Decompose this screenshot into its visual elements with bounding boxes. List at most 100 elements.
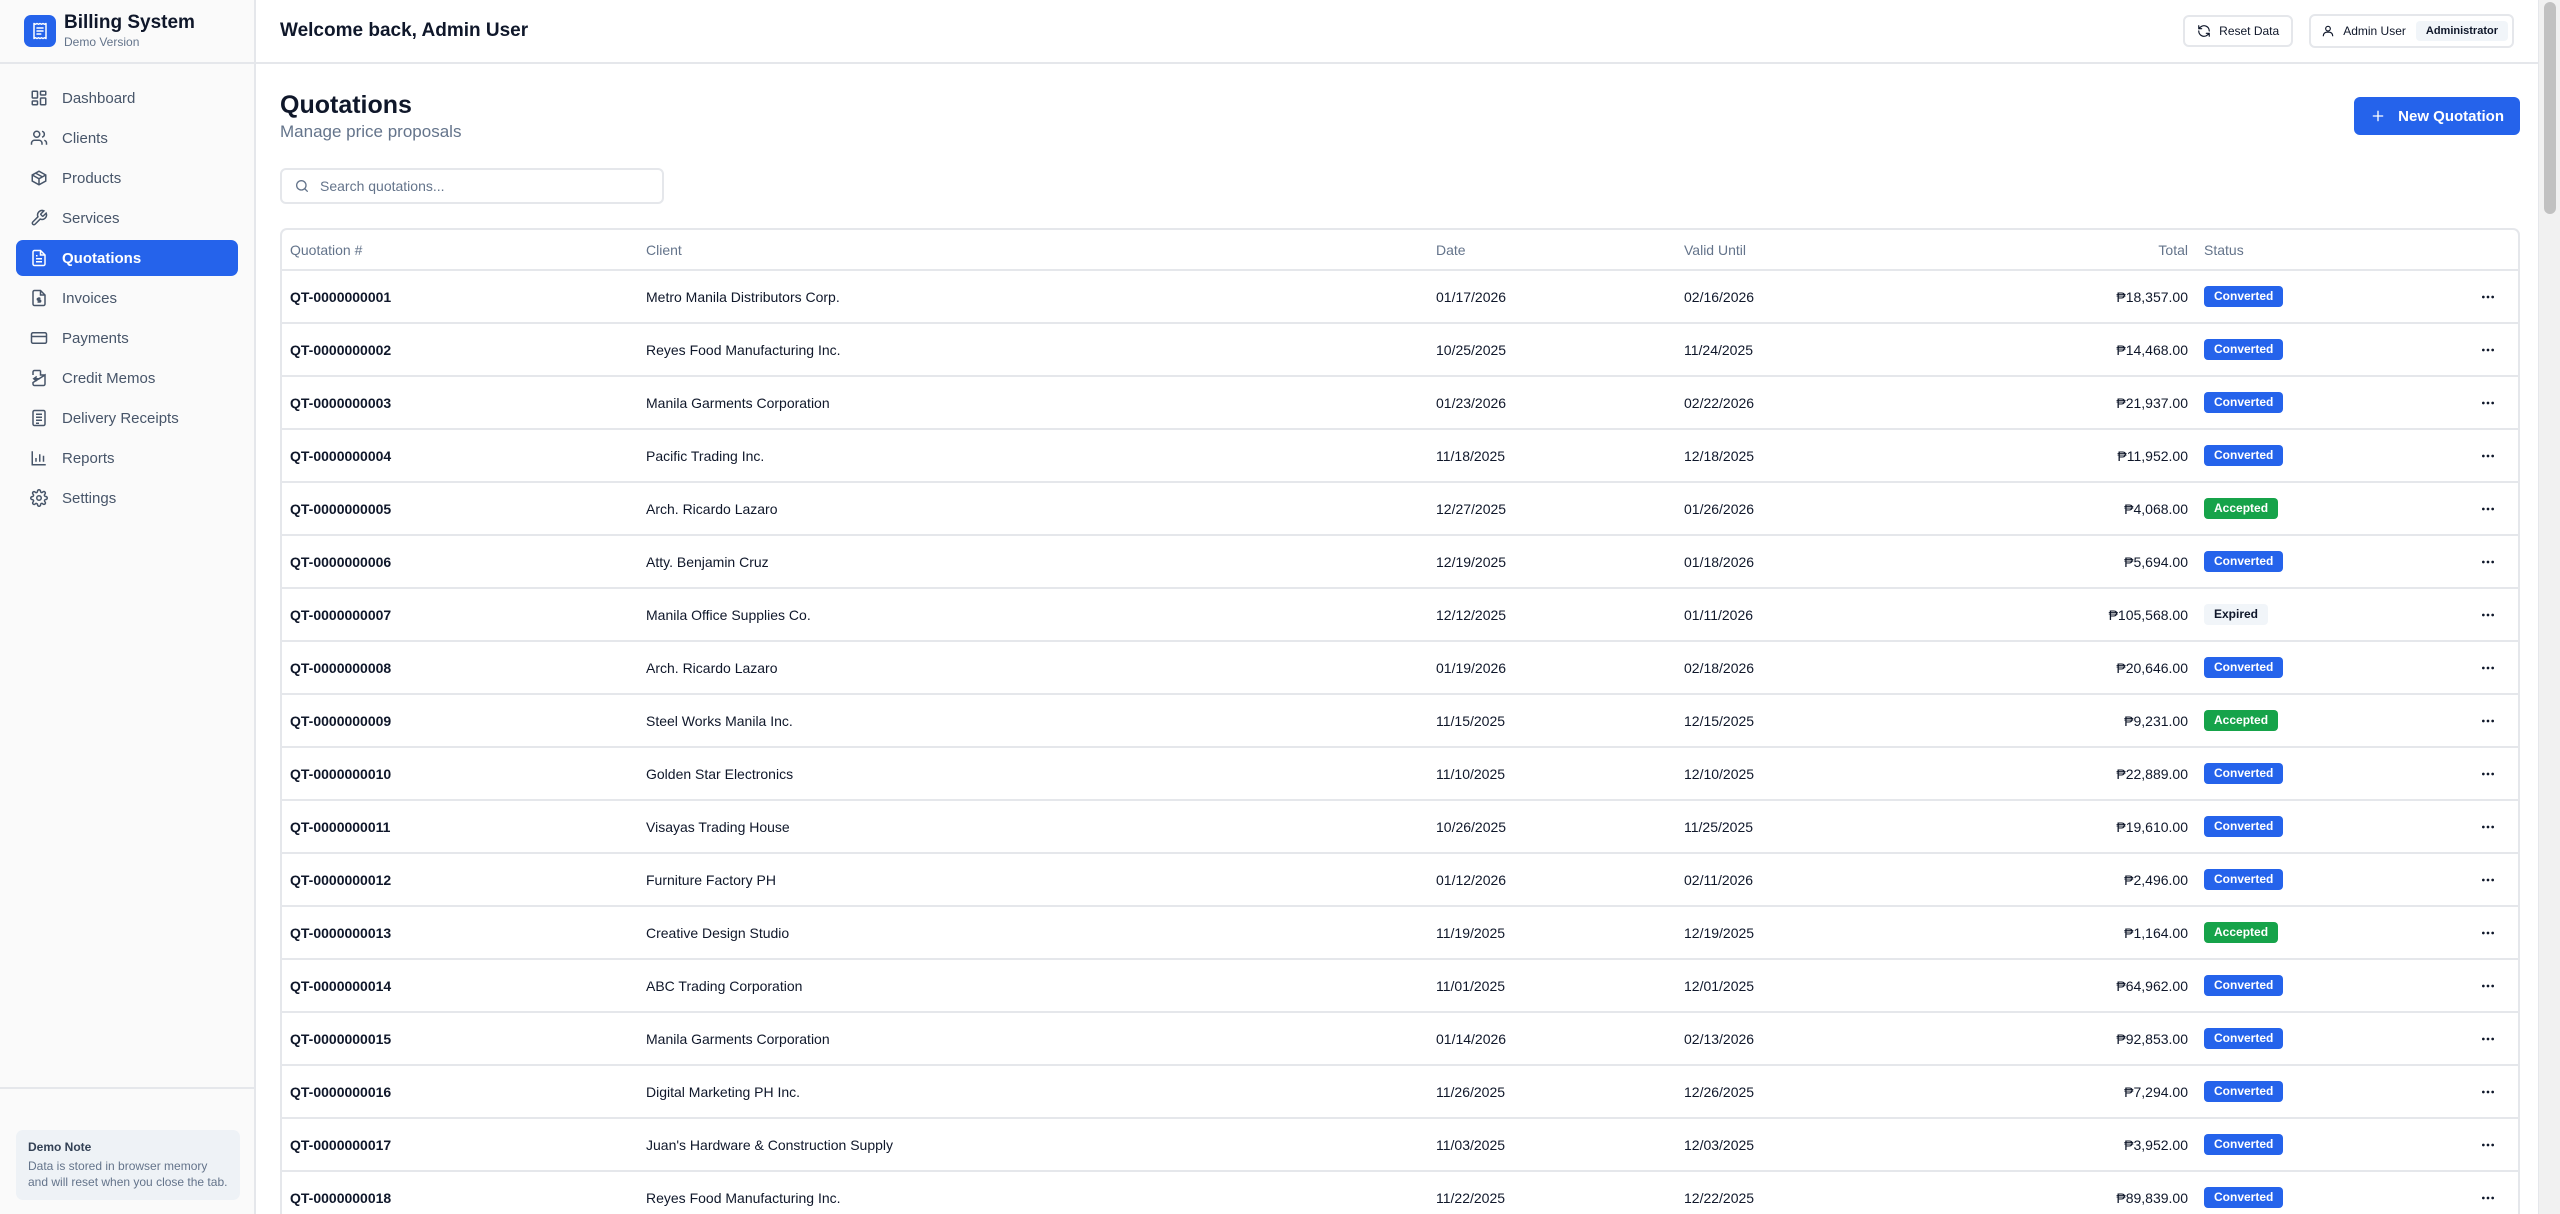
table-row[interactable]: QT-0000000014 ABC Trading Corporation 11/0… bbox=[282, 959, 2518, 1013]
search-input[interactable] bbox=[320, 178, 650, 194]
status-cell: Converted bbox=[2196, 1171, 2326, 1214]
table-row[interactable]: QT-0000000010 Golden Star Electronics 11/1… bbox=[282, 747, 2518, 801]
actions-cell bbox=[2326, 1065, 2518, 1119]
valid-until-cell: 12/19/2025 bbox=[1676, 906, 1924, 960]
quotation-number-cell: QT-0000000013 bbox=[282, 906, 638, 960]
table-row[interactable]: QT-0000000008 Arch. Ricardo Lazaro 01/19/2… bbox=[282, 641, 2518, 695]
reset-data-button[interactable]: Reset Data bbox=[2183, 15, 2294, 47]
total-cell: ₱9,231.00 bbox=[1924, 694, 2196, 748]
scrollbar-thumb[interactable] bbox=[2544, 2, 2556, 214]
quotation-number-cell: QT-0000000017 bbox=[282, 1118, 638, 1172]
sidebar-item-delivery-receipts[interactable]: Delivery Receipts bbox=[16, 400, 238, 436]
table-row[interactable]: QT-0000000002 Reyes Food Manufacturing In… bbox=[282, 323, 2518, 377]
total-cell: ₱22,889.00 bbox=[1924, 747, 2196, 801]
row-actions-button[interactable] bbox=[2476, 815, 2500, 839]
sidebar-item-clients[interactable]: Clients bbox=[16, 120, 238, 156]
column-header-client[interactable]: Client bbox=[638, 230, 1428, 271]
quotation-number-cell: QT-0000000015 bbox=[282, 1012, 638, 1066]
row-actions-button[interactable] bbox=[2476, 338, 2500, 362]
total-cell: ₱19,610.00 bbox=[1924, 800, 2196, 854]
column-header-status[interactable]: Status bbox=[2196, 230, 2326, 271]
user-role-badge: Administrator bbox=[2415, 21, 2508, 41]
table-row[interactable]: QT-0000000018 Reyes Food Manufacturing In… bbox=[282, 1171, 2518, 1214]
status-badge: Converted bbox=[2204, 657, 2284, 678]
date-cell: 01/17/2026 bbox=[1428, 270, 1676, 324]
column-header-quotation-number[interactable]: Quotation # bbox=[282, 230, 638, 271]
page-scrollbar[interactable] bbox=[2538, 0, 2560, 1214]
client-cell: Manila Garments Corporation bbox=[638, 1012, 1428, 1066]
sidebar-item-reports[interactable]: Reports bbox=[16, 440, 238, 476]
column-header-total[interactable]: Total bbox=[1924, 230, 2196, 271]
table-row[interactable]: QT-0000000017 Juan's Hardware & Construct… bbox=[282, 1118, 2518, 1172]
sidebar-item-settings[interactable]: Settings bbox=[16, 480, 238, 516]
row-actions-button[interactable] bbox=[2476, 1133, 2500, 1157]
row-actions-button[interactable] bbox=[2476, 285, 2500, 309]
row-actions-button[interactable] bbox=[2476, 868, 2500, 892]
new-quotation-label: New Quotation bbox=[2398, 107, 2504, 125]
sidebar-item-quotations[interactable]: Quotations bbox=[16, 240, 238, 276]
table-row[interactable]: QT-0000000015 Manila Garments Corporation… bbox=[282, 1012, 2518, 1066]
client-cell: Digital Marketing PH Inc. bbox=[638, 1065, 1428, 1119]
table-row[interactable]: QT-0000000005 Arch. Ricardo Lazaro 12/27/2… bbox=[282, 482, 2518, 536]
quotation-number-cell: QT-0000000003 bbox=[282, 376, 638, 430]
actions-cell bbox=[2326, 747, 2518, 801]
brand-subtitle: Demo Version bbox=[64, 35, 140, 49]
sidebar-item-credit-memos[interactable]: Credit Memos bbox=[16, 360, 238, 396]
date-cell: 01/12/2026 bbox=[1428, 853, 1676, 907]
row-actions-button[interactable] bbox=[2476, 974, 2500, 998]
total-cell: ₱1,164.00 bbox=[1924, 906, 2196, 960]
status-cell: Accepted bbox=[2196, 906, 2326, 960]
status-cell: Converted bbox=[2196, 323, 2326, 377]
date-cell: 01/19/2026 bbox=[1428, 641, 1676, 695]
column-header-valid-until[interactable]: Valid Until bbox=[1676, 230, 1924, 271]
row-actions-button[interactable] bbox=[2476, 603, 2500, 627]
actions-cell bbox=[2326, 959, 2518, 1013]
sidebar-item-payments[interactable]: Payments bbox=[16, 320, 238, 356]
table-row[interactable]: QT-0000000001 Metro Manila Distributors C… bbox=[282, 270, 2518, 324]
table-row[interactable]: QT-0000000006 Atty. Benjamin Cruz 12/19/20… bbox=[282, 535, 2518, 589]
valid-until-cell: 01/18/2026 bbox=[1676, 535, 1924, 589]
user-menu[interactable]: Admin User Administrator bbox=[2309, 14, 2514, 48]
status-badge: Expired bbox=[2204, 604, 2269, 625]
package-icon bbox=[31, 170, 47, 186]
table-row[interactable]: QT-0000000009 Steel Works Manila Inc. 11/1… bbox=[282, 694, 2518, 748]
row-actions-button[interactable] bbox=[2476, 709, 2500, 733]
client-cell: Furniture Factory PH bbox=[638, 853, 1428, 907]
valid-until-cell: 12/01/2025 bbox=[1676, 959, 1924, 1013]
actions-cell bbox=[2326, 1012, 2518, 1066]
table-row[interactable]: QT-0000000007 Manila Office Supplies Co. 1… bbox=[282, 588, 2518, 642]
client-cell: Golden Star Electronics bbox=[638, 747, 1428, 801]
sidebar-item-services[interactable]: Services bbox=[16, 200, 238, 236]
table-row[interactable]: QT-0000000011 Visayas Trading House 10/26/… bbox=[282, 800, 2518, 854]
quotation-number-cell: QT-0000000012 bbox=[282, 853, 638, 907]
sidebar-item-dashboard[interactable]: Dashboard bbox=[16, 80, 238, 116]
total-cell: ₱89,839.00 bbox=[1924, 1171, 2196, 1214]
search-box bbox=[280, 168, 664, 204]
row-actions-button[interactable] bbox=[2476, 656, 2500, 680]
row-actions-button[interactable] bbox=[2476, 391, 2500, 415]
row-actions-button[interactable] bbox=[2476, 444, 2500, 468]
sidebar-item-products[interactable]: Products bbox=[16, 160, 238, 196]
column-header-date[interactable]: Date bbox=[1428, 230, 1676, 271]
valid-until-cell: 11/24/2025 bbox=[1676, 323, 1924, 377]
sidebar-item-invoices[interactable]: Invoices bbox=[16, 280, 238, 316]
row-actions-button[interactable] bbox=[2476, 1027, 2500, 1051]
table-row[interactable]: QT-0000000013 Creative Design Studio 11/19… bbox=[282, 906, 2518, 960]
quotation-number-cell: QT-0000000005 bbox=[282, 482, 638, 536]
row-actions-button[interactable] bbox=[2476, 762, 2500, 786]
more-horizontal-icon bbox=[2482, 825, 2494, 828]
new-quotation-button[interactable]: New Quotation bbox=[2354, 97, 2520, 135]
table-row[interactable]: QT-0000000004 Pacific Trading Inc. 11/18/2… bbox=[282, 429, 2518, 483]
table-row[interactable]: QT-0000000016 Digital Marketing PH Inc. 11… bbox=[282, 1065, 2518, 1119]
table-row[interactable]: QT-0000000003 Manila Garments Corporation… bbox=[282, 376, 2518, 430]
row-actions-button[interactable] bbox=[2476, 1186, 2500, 1210]
table-row[interactable]: QT-0000000012 Furniture Factory PH 01/12/2… bbox=[282, 853, 2518, 907]
sidebar-item-label: Settings bbox=[62, 489, 117, 507]
row-actions-button[interactable] bbox=[2476, 497, 2500, 521]
row-actions-button[interactable] bbox=[2476, 550, 2500, 574]
status-cell: Converted bbox=[2196, 747, 2326, 801]
row-actions-button[interactable] bbox=[2476, 1080, 2500, 1104]
more-horizontal-icon bbox=[2482, 878, 2494, 881]
total-cell: ₱20,646.00 bbox=[1924, 641, 2196, 695]
row-actions-button[interactable] bbox=[2476, 921, 2500, 945]
